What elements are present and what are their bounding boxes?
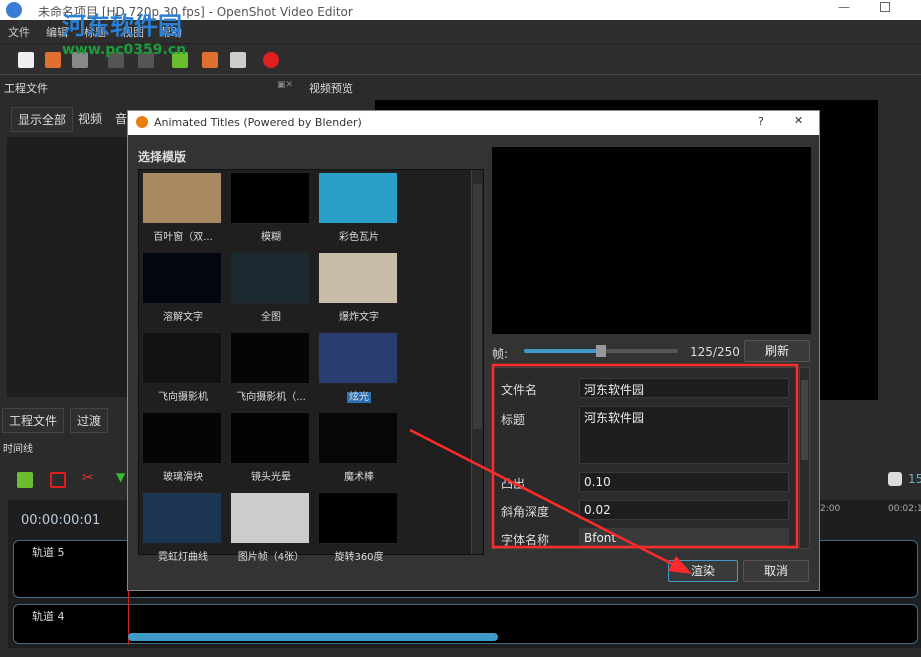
watermark-logo: 河东软件园	[62, 12, 182, 40]
annotation-arrowhead	[668, 556, 692, 574]
watermark-url: www.pc0359.cn	[62, 42, 187, 58]
annotation-box	[491, 363, 799, 549]
annotation-overlay	[409, 363, 799, 574]
